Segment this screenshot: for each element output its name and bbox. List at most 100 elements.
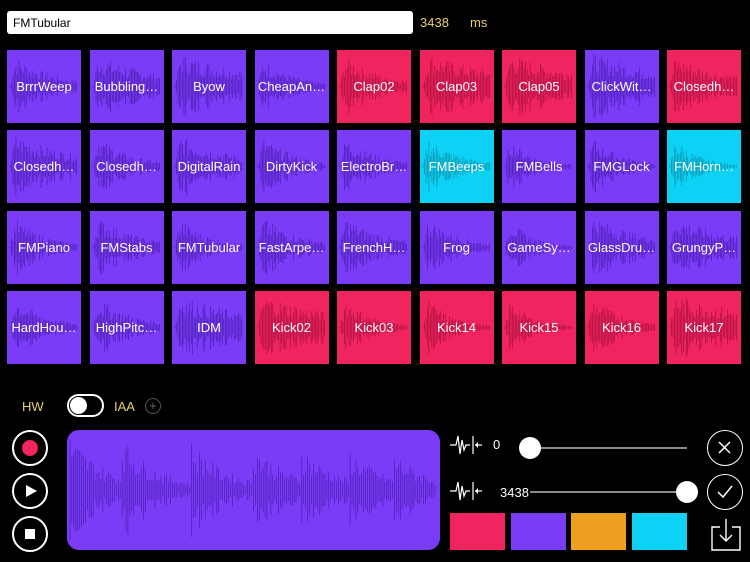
sample-pad-label: Closedh… [13, 159, 75, 175]
sample-pad[interactable]: IDM [172, 290, 246, 364]
sample-pad[interactable]: FMTubular [172, 210, 246, 284]
sample-pad[interactable]: ElectroBr… [337, 130, 411, 204]
sample-pad-label: BrrrWeep [16, 79, 72, 94]
sample-pad[interactable]: DirtyKick [254, 130, 329, 204]
sample-pad[interactable]: FMBeeps [419, 130, 494, 204]
sample-pad-label: FMGLock [593, 159, 650, 175]
color-swatch-cyan[interactable] [631, 513, 687, 550]
waveform-graphic [69, 439, 436, 541]
sample-pad[interactable]: HighPitc… [89, 290, 164, 364]
sample-pad[interactable]: FastArpe… [254, 210, 329, 284]
sample-pad[interactable]: Byow [172, 50, 246, 123]
sample-pad[interactable]: GlassDru… [584, 210, 659, 284]
export-icon[interactable] [710, 517, 742, 551]
sample-pad-label: GrungyP… [671, 239, 737, 255]
record-icon [22, 440, 38, 456]
stop-button[interactable] [12, 516, 48, 552]
sample-pad-label: FrenchH… [342, 239, 406, 255]
sample-pad[interactable]: FMHorn… [667, 130, 741, 204]
waveform-display[interactable] [67, 430, 440, 550]
sample-pad[interactable]: Kick16 [584, 290, 659, 364]
sample-pad[interactable]: DigitalRain [172, 130, 246, 204]
sample-pad[interactable]: Kick15 [502, 290, 576, 364]
sample-pad[interactable]: Closedh… [7, 130, 81, 204]
trim-end-slider[interactable] [530, 491, 687, 493]
confirm-button[interactable] [707, 474, 743, 510]
sample-pad[interactable]: FMPiano [7, 210, 81, 284]
sample-pad[interactable]: Kick02 [254, 290, 329, 364]
sample-pad-label: Bubbling… [94, 79, 159, 94]
sample-pad-label: IDM [197, 319, 221, 335]
trim-start-icon [450, 435, 482, 455]
sample-pad[interactable]: FrenchH… [337, 210, 411, 284]
sample-pad[interactable]: Clap03 [419, 50, 494, 123]
sample-pad[interactable]: Bubbling… [89, 50, 164, 123]
sample-pad-label: Frog [443, 239, 470, 255]
sample-pad[interactable]: Clap05 [502, 50, 576, 123]
sample-pad-label: Clap02 [353, 79, 395, 94]
sample-pad[interactable]: Clap02 [337, 50, 411, 123]
record-button[interactable] [12, 430, 48, 466]
sample-pad-label: HighPitc… [95, 319, 158, 335]
sample-pad-label: GlassDru… [587, 239, 656, 255]
sample-pad-label: HardHou… [11, 319, 77, 335]
sample-pad-label: DirtyKick [265, 159, 318, 175]
play-icon [26, 485, 37, 497]
trim-start-slider[interactable] [530, 447, 687, 449]
sample-pad-label: Closedh… [96, 159, 157, 175]
sample-pad-label: FastArpe… [258, 239, 325, 255]
hw-label: HW [22, 399, 44, 414]
sample-pad-label: Kick03 [354, 319, 394, 335]
trim-start-value: 0 [493, 437, 501, 452]
duration-unit: ms [470, 15, 488, 30]
add-icon[interactable]: + [145, 398, 161, 414]
sample-pad[interactable]: GameSy… [502, 210, 576, 284]
trim-start-thumb[interactable] [519, 437, 541, 459]
sample-pad-label: ClickWit… [591, 79, 652, 94]
sample-pad-label: GameSy… [507, 239, 571, 255]
sample-pad[interactable]: FMGLock [584, 130, 659, 204]
sample-pad[interactable]: CheapAn… [254, 50, 329, 123]
sample-pad[interactable]: HardHou… [7, 290, 81, 364]
sample-pad[interactable]: Closedh… [667, 50, 741, 123]
sample-pad-label: Kick15 [519, 319, 559, 335]
toggle-knob [70, 397, 87, 414]
sample-pad-label: Closedh… [673, 79, 735, 94]
close-icon [718, 441, 731, 454]
sample-pad[interactable]: BrrrWeep [7, 50, 81, 123]
color-swatch-purple[interactable] [510, 513, 566, 550]
sample-pad-label: Clap05 [518, 79, 560, 94]
sample-pad-label: FMBeeps [428, 159, 485, 175]
sample-pad[interactable]: ClickWit… [584, 50, 659, 123]
sample-pad-label: FMPiano [17, 239, 71, 255]
sample-pad-label: Kick02 [271, 319, 312, 335]
stop-icon [25, 529, 35, 539]
sample-pad-label: FMTubular [177, 239, 241, 255]
sample-pad[interactable]: Frog [419, 210, 494, 284]
sample-pad-label: Clap03 [435, 79, 478, 94]
sample-pad-label: Kick16 [601, 319, 642, 335]
sample-pad[interactable]: FMStabs [89, 210, 164, 284]
sample-pad-label: ElectroBr… [340, 159, 408, 175]
color-swatch-pink[interactable] [450, 513, 505, 550]
sample-pad[interactable]: Kick03 [337, 290, 411, 364]
sample-pad[interactable]: FMBells [502, 130, 576, 204]
sample-pad-label: Kick17 [684, 319, 724, 335]
trim-end-thumb[interactable] [676, 481, 698, 503]
cancel-button[interactable] [707, 430, 743, 466]
duration-value: 3438 [420, 15, 449, 30]
play-button[interactable] [12, 473, 48, 509]
sample-pad[interactable]: Kick17 [667, 290, 741, 364]
sample-pad-label: FMBells [515, 159, 563, 175]
sample-pad-label: CheapAn… [257, 79, 326, 94]
sample-pad-label: DigitalRain [177, 159, 241, 175]
trim-end-icon [450, 481, 482, 501]
sample-pad-label: Byow [193, 79, 225, 94]
iaa-toggle[interactable] [67, 394, 104, 417]
sample-pad[interactable]: Kick14 [419, 290, 494, 364]
sample-pad[interactable]: Closedh… [89, 130, 164, 204]
sample-name-input[interactable] [7, 11, 413, 34]
sample-pad[interactable]: GrungyP… [667, 210, 741, 284]
color-swatch-orange[interactable] [571, 513, 626, 550]
sample-pad-label: FMHorn… [674, 159, 734, 175]
